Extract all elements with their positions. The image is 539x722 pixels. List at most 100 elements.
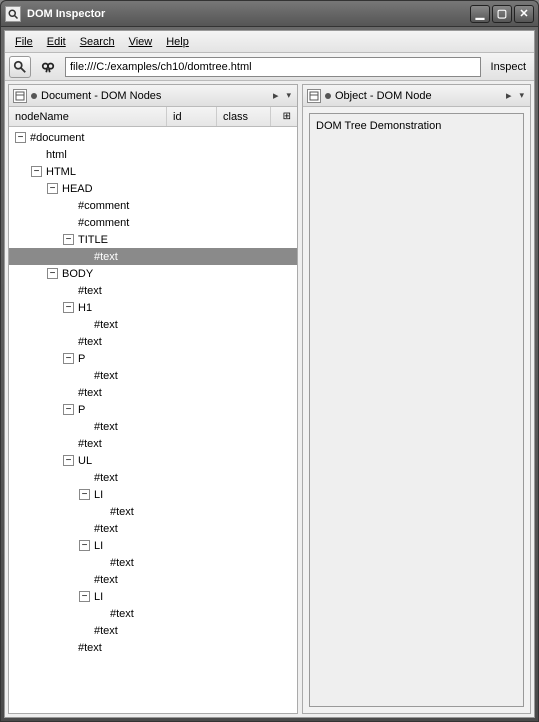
minimize-button[interactable]: ▁: [470, 5, 490, 23]
menu-help[interactable]: Help: [160, 34, 195, 50]
panel-bullet-icon: [325, 93, 331, 99]
collapse-icon[interactable]: −: [31, 166, 42, 177]
tree-node-label: #text: [77, 642, 102, 654]
tree-row[interactable]: #text: [9, 316, 297, 333]
tree-row[interactable]: #text: [9, 469, 297, 486]
tree-column-header: nodeName id class ⊞: [9, 107, 297, 127]
document-panel-title: Document - DOM Nodes: [41, 90, 161, 102]
tree-node-label: #comment: [77, 217, 129, 229]
menu-view[interactable]: View: [123, 34, 159, 50]
tree-row[interactable]: #comment: [9, 197, 297, 214]
tree-row[interactable]: #text: [9, 520, 297, 537]
tree-spacer: [79, 625, 90, 636]
inspect-button[interactable]: Inspect: [487, 61, 530, 73]
tree-row[interactable]: #comment: [9, 214, 297, 231]
tree-row[interactable]: −LI: [9, 588, 297, 605]
panel-menu-arrow[interactable]: ▸: [271, 89, 281, 102]
tree-row[interactable]: −HTML: [9, 163, 297, 180]
close-button[interactable]: ✕: [514, 5, 534, 23]
tree-node-label: #text: [93, 625, 118, 637]
tree-row[interactable]: #text: [9, 605, 297, 622]
tree-row[interactable]: −H1: [9, 299, 297, 316]
tree-row[interactable]: #text: [9, 639, 297, 656]
column-picker[interactable]: ⊞: [271, 107, 297, 126]
client-area: File Edit Search View Help Inspect: [4, 30, 535, 718]
collapse-icon[interactable]: −: [15, 132, 26, 143]
tree-spacer: [79, 319, 90, 330]
tree-node-label: #text: [77, 438, 102, 450]
tree-spacer: [79, 251, 90, 262]
column-id[interactable]: id: [167, 107, 217, 126]
tree-row[interactable]: #text: [9, 333, 297, 350]
tree-node-label: #text: [109, 557, 134, 569]
collapse-icon[interactable]: −: [63, 302, 74, 313]
collapse-icon[interactable]: −: [63, 404, 74, 415]
tree-row[interactable]: −P: [9, 350, 297, 367]
document-panel-header: Document - DOM Nodes ▸ ▾: [9, 85, 297, 107]
panels: Document - DOM Nodes ▸ ▾ nodeName id cla…: [5, 81, 534, 717]
collapse-icon[interactable]: −: [79, 489, 90, 500]
tree-node-label: #text: [93, 370, 118, 382]
titlebar[interactable]: DOM Inspector ▁ ▢ ✕: [1, 1, 538, 27]
collapse-icon[interactable]: −: [79, 540, 90, 551]
panel-menu-arrow[interactable]: ▸: [504, 89, 514, 102]
tree-node-label: LI: [93, 591, 103, 603]
collapse-icon[interactable]: −: [63, 353, 74, 364]
tree-row[interactable]: #text: [9, 503, 297, 520]
toolbar: Inspect: [5, 53, 534, 81]
tree-spacer: [95, 608, 106, 619]
panel-bullet-icon: [31, 93, 37, 99]
column-class[interactable]: class: [217, 107, 271, 126]
tree-node-label: H1: [77, 302, 92, 314]
tree-row[interactable]: −HEAD: [9, 180, 297, 197]
collapse-icon[interactable]: −: [47, 183, 58, 194]
tree-row[interactable]: −#document: [9, 129, 297, 146]
inspect-window-button[interactable]: [9, 56, 31, 78]
document-panel-icon[interactable]: [13, 89, 27, 103]
tree-row[interactable]: #text: [9, 418, 297, 435]
tree-node-label: #text: [93, 523, 118, 535]
tree-node-label: #text: [77, 285, 102, 297]
panel-options-arrow[interactable]: ▾: [517, 90, 526, 101]
tree-row[interactable]: −LI: [9, 486, 297, 503]
panel-options-arrow[interactable]: ▾: [284, 90, 293, 101]
tree-row[interactable]: #text: [9, 435, 297, 452]
collapse-icon[interactable]: −: [63, 455, 74, 466]
object-value-box: DOM Tree Demonstration: [309, 113, 524, 707]
tree-node-label: #text: [77, 387, 102, 399]
url-field[interactable]: [65, 57, 481, 77]
column-nodename[interactable]: nodeName: [9, 107, 167, 126]
menu-search[interactable]: Search: [74, 34, 121, 50]
tree-row[interactable]: −UL: [9, 452, 297, 469]
tree-spacer: [95, 506, 106, 517]
tree-row[interactable]: #text: [9, 248, 297, 265]
tree-row[interactable]: −P: [9, 401, 297, 418]
object-panel-icon[interactable]: [307, 89, 321, 103]
maximize-button[interactable]: ▢: [492, 5, 512, 23]
tree-node-label: P: [77, 404, 85, 416]
tree-row[interactable]: #text: [9, 282, 297, 299]
tree-spacer: [63, 336, 74, 347]
tree-row[interactable]: −TITLE: [9, 231, 297, 248]
menu-edit[interactable]: Edit: [41, 34, 72, 50]
tree-row[interactable]: html: [9, 146, 297, 163]
tree-row[interactable]: #text: [9, 571, 297, 588]
tree-row[interactable]: #text: [9, 384, 297, 401]
dom-tree[interactable]: −#documenthtml−HTML−HEAD#comment#comment…: [9, 127, 297, 713]
tree-row[interactable]: #text: [9, 554, 297, 571]
collapse-icon[interactable]: −: [63, 234, 74, 245]
tree-node-label: #text: [109, 608, 134, 620]
collapse-icon[interactable]: −: [47, 268, 58, 279]
tree-row[interactable]: −BODY: [9, 265, 297, 282]
tree-node-label: P: [77, 353, 85, 365]
url-input[interactable]: [70, 61, 476, 73]
tree-row[interactable]: #text: [9, 622, 297, 639]
tree-node-label: #text: [93, 251, 118, 263]
tree-row[interactable]: #text: [9, 367, 297, 384]
tree-row[interactable]: −LI: [9, 537, 297, 554]
find-button[interactable]: [37, 56, 59, 78]
tree-spacer: [63, 642, 74, 653]
collapse-icon[interactable]: −: [79, 591, 90, 602]
object-panel-body: DOM Tree Demonstration: [303, 107, 530, 713]
menu-file[interactable]: File: [9, 34, 39, 50]
